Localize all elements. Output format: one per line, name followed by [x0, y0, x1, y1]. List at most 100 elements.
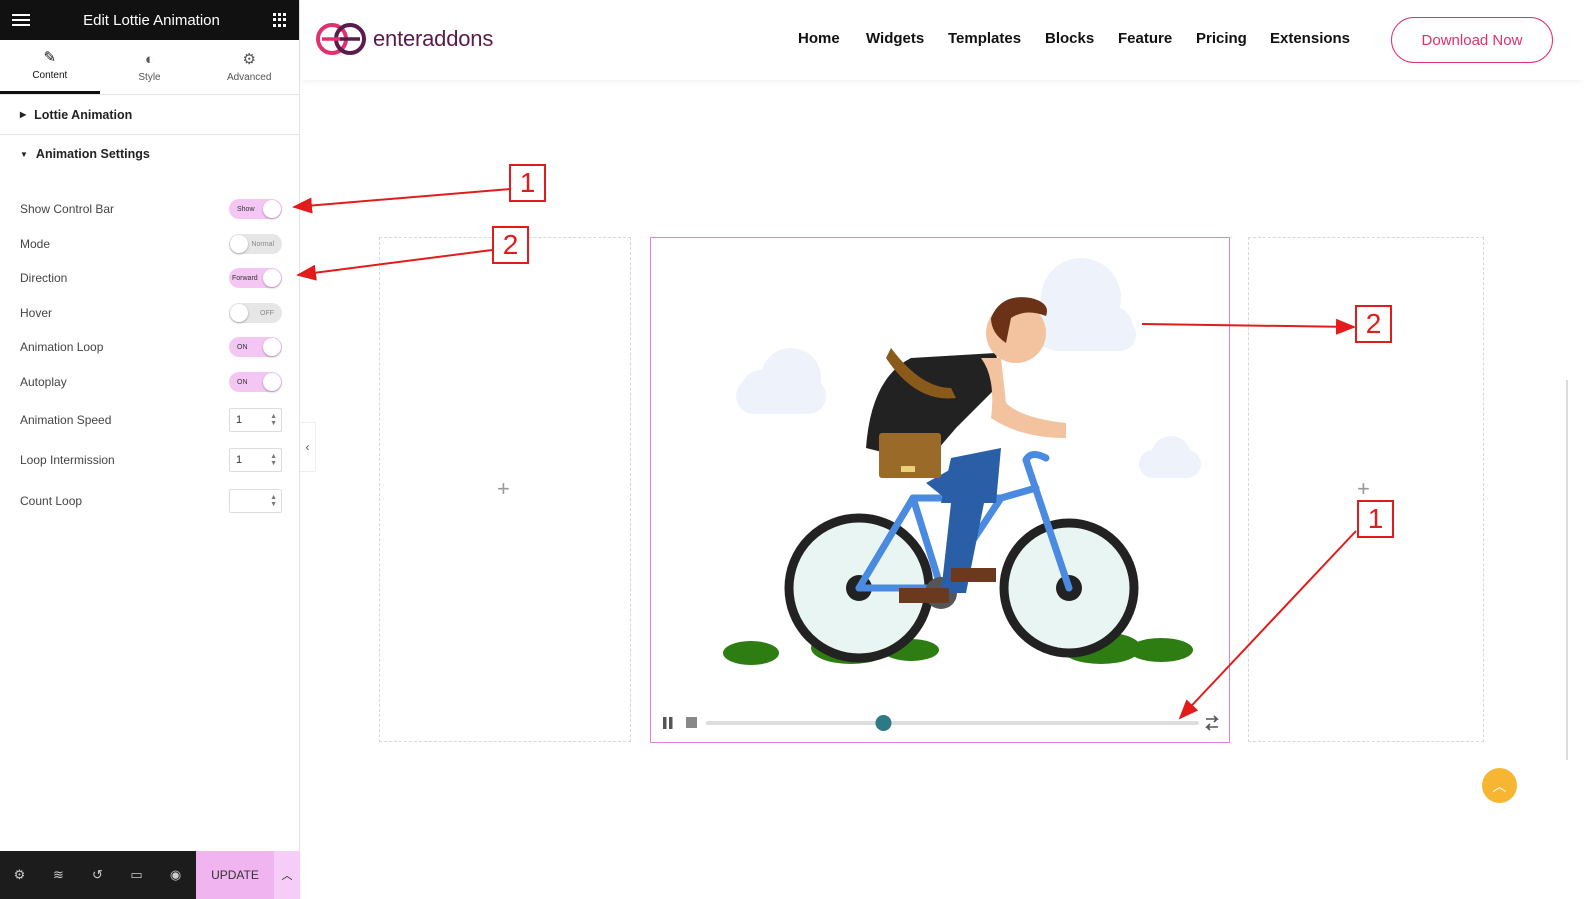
toggle-state: Show: [237, 205, 255, 213]
update-options-chevron-icon[interactable]: ︿: [274, 851, 300, 899]
caret-down-icon: ▼: [20, 149, 28, 159]
site-header: enteraddons Home Widgets Templates Block…: [301, 0, 1584, 80]
caret-right-icon: ▶: [20, 110, 27, 119]
navigator-layers-icon[interactable]: ≋: [39, 867, 78, 883]
control-loop-intermission: Loop Intermission 1 ▲ ▼: [20, 448, 282, 472]
widgets-grid-icon[interactable]: [272, 13, 287, 27]
panel-header: Edit Lottie Animation: [0, 0, 299, 40]
update-button[interactable]: UPDATE: [196, 851, 274, 899]
tab-content-label: Content: [32, 70, 68, 81]
control-label: Animation Loop: [20, 340, 104, 354]
toggle-knob: [263, 200, 281, 218]
annotation-arrow-1: [292, 188, 511, 214]
toggle-state: ON: [237, 378, 248, 386]
half-circle-icon: ◐: [144, 50, 155, 68]
toggle-state: OFF: [260, 309, 274, 317]
control-label: Mode: [20, 237, 51, 251]
responsive-mode-icon[interactable]: ▭: [117, 867, 156, 883]
spinner-icon[interactable]: ▲ ▼: [270, 413, 277, 427]
toggle-state: ON: [237, 343, 248, 351]
animation-speed-input[interactable]: 1 ▲ ▼: [229, 408, 282, 432]
pause-icon[interactable]: [663, 717, 673, 729]
control-autoplay: Autoplay ON: [20, 372, 282, 392]
autoplay-toggle[interactable]: ON: [229, 372, 282, 392]
nav-pricing[interactable]: Pricing: [1196, 30, 1247, 47]
annotation-label-2b: 2: [1355, 305, 1392, 343]
control-hover: Hover OFF: [20, 303, 282, 323]
scroll-to-top-button[interactable]: ︿: [1482, 768, 1517, 803]
stop-icon[interactable]: [686, 717, 697, 728]
nav-templates[interactable]: Templates: [948, 30, 1021, 47]
control-label: Count Loop: [20, 494, 83, 508]
history-icon[interactable]: ↺: [78, 867, 117, 883]
tab-advanced-label: Advanced: [226, 71, 272, 83]
app: Edit Lottie Animation ✎ Content ◐ Style …: [0, 0, 1584, 899]
control-animation-speed: Animation Speed 1 ▲ ▼: [20, 408, 282, 432]
logo-wordmark: enteraddons: [373, 26, 494, 51]
section-lottie-animation[interactable]: ▶ Lottie Animation: [0, 95, 299, 135]
toggle-knob: [263, 373, 281, 391]
settings-gear-icon[interactable]: ⚙: [0, 867, 39, 883]
direction-toggle[interactable]: Forward: [229, 268, 282, 288]
progress-track[interactable]: [706, 721, 1199, 725]
tab-style[interactable]: ◐ Style: [100, 40, 200, 94]
annotation-label-1: 1: [509, 164, 546, 202]
control-label: Show Control Bar: [20, 202, 115, 216]
page-scrollbar[interactable]: [1566, 380, 1568, 760]
control-count-loop: Count Loop ▲ ▼: [20, 489, 282, 513]
panel-footer: ⚙ ≋ ↺ ▭ ◉ UPDATE ︿: [0, 851, 300, 899]
control-label: Direction: [20, 271, 68, 285]
control-direction: Direction Forward: [20, 268, 282, 288]
tab-advanced[interactable]: ⚙ Advanced: [199, 40, 299, 94]
toggle-state: Forward: [232, 274, 258, 282]
nav-home[interactable]: Home: [798, 30, 840, 47]
animation-loop-toggle[interactable]: ON: [229, 337, 282, 357]
control-mode: Mode Normal: [20, 234, 282, 254]
nav-feature[interactable]: Feature: [1118, 30, 1172, 47]
site-logo[interactable]: enteraddons: [315, 22, 493, 56]
toggle-knob: [263, 338, 281, 356]
loop-intermission-input[interactable]: 1 ▲ ▼: [229, 448, 282, 472]
hover-toggle[interactable]: OFF: [229, 303, 282, 323]
editor-panel: Edit Lottie Animation ✎ Content ◐ Style …: [0, 0, 300, 899]
toggle-state: Normal: [251, 240, 274, 248]
add-widget-plus-icon[interactable]: +: [497, 476, 510, 502]
collapse-panel-chevron-icon[interactable]: ‹: [300, 422, 316, 472]
show-control-bar-toggle[interactable]: Show: [229, 199, 282, 219]
download-now-button[interactable]: Download Now: [1391, 17, 1553, 63]
control-label: Hover: [20, 306, 53, 320]
hamburger-menu-icon[interactable]: [12, 14, 30, 26]
progress-handle[interactable]: [875, 715, 892, 731]
section-animation-settings[interactable]: ▼ Animation Settings: [0, 135, 299, 173]
toggle-knob: [263, 269, 281, 287]
panel-title: Edit Lottie Animation: [83, 11, 220, 29]
lottie-animation-widget[interactable]: [650, 237, 1230, 743]
control-show-control-bar: Show Control Bar Show: [20, 199, 282, 219]
enteraddons-logo-icon: [316, 23, 366, 55]
input-value: 1: [236, 414, 243, 426]
spinner-icon[interactable]: ▲ ▼: [270, 453, 277, 467]
preview-eye-icon[interactable]: ◉: [156, 867, 195, 883]
annotation-label-2: 2: [492, 226, 529, 264]
count-loop-input[interactable]: ▲ ▼: [229, 489, 282, 513]
nav-extensions[interactable]: Extensions: [1270, 30, 1350, 47]
add-widget-plus-icon[interactable]: +: [1357, 476, 1370, 502]
section-lottie-label: Lottie Animation: [34, 107, 133, 122]
toggle-knob: [230, 304, 248, 322]
tab-style-label: Style: [138, 71, 161, 83]
toggle-knob: [230, 235, 248, 253]
pencil-icon: ✎: [43, 49, 57, 66]
mode-toggle[interactable]: Normal: [229, 234, 282, 254]
section-settings-label: Animation Settings: [35, 147, 150, 161]
control-label: Loop Intermission: [20, 453, 115, 467]
control-label: Autoplay: [20, 375, 67, 389]
control-label: Animation Speed: [20, 413, 112, 427]
tab-content[interactable]: ✎ Content: [0, 40, 100, 94]
gear-icon: ⚙: [242, 50, 256, 68]
cyclist-illustration: [723, 258, 1201, 665]
spinner-icon[interactable]: ▲ ▼: [270, 494, 277, 508]
nav-blocks[interactable]: Blocks: [1045, 30, 1094, 47]
nav-widgets[interactable]: Widgets: [866, 30, 924, 47]
loop-icon[interactable]: [1205, 715, 1219, 731]
panel-tabs: ✎ Content ◐ Style ⚙ Advanced: [0, 40, 299, 95]
